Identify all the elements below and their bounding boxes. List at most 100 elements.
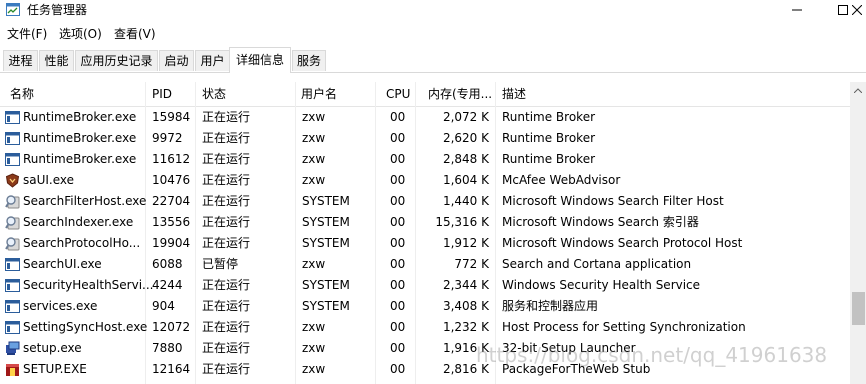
scroll-up-button[interactable] — [850, 84, 866, 96]
process-user: SYSTEM — [302, 299, 350, 313]
column-header: 名称 PID 状态 用户名 CPU 内存(专用... 描述 — [0, 82, 850, 107]
column-cpu[interactable]: CPU — [386, 87, 410, 101]
window-app-icon — [5, 320, 20, 335]
process-name: SecurityHealthServi... — [23, 278, 154, 292]
process-name: RuntimeBroker.exe — [23, 110, 137, 124]
process-description: Runtime Broker — [502, 110, 596, 124]
window-app-icon — [5, 131, 20, 146]
process-name: saUI.exe — [23, 173, 75, 187]
menu-bar: 文件(F) 选项(O) 查看(V) — [0, 22, 866, 44]
process-cpu: 00 — [390, 236, 406, 250]
search-indexer-icon — [5, 215, 20, 230]
process-pid: 12072 — [152, 320, 191, 334]
process-cpu: 00 — [390, 320, 406, 334]
window-app-icon — [5, 152, 20, 167]
process-pid: 13556 — [152, 215, 191, 229]
process-user: zxw — [302, 320, 326, 334]
process-pid: 10476 — [152, 173, 191, 187]
process-pid: 15984 — [152, 110, 191, 124]
tab-users[interactable]: 用户 — [195, 50, 230, 71]
process-row[interactable]: saUI.exe 10476 正在运行 zxw 00 1,604 K McAfee WebA… — [0, 170, 850, 191]
process-user: SYSTEM — [302, 236, 350, 250]
process-description: Windows Security Health Service — [502, 278, 701, 292]
process-memory: 2,848 K — [442, 152, 489, 166]
process-user: SYSTEM — [302, 278, 350, 292]
tab-app-history[interactable]: 应用历史记录 — [75, 50, 158, 71]
process-row[interactable]: RuntimeBroker.exe 9972 正在运行 zxw 00 2,620 K Run… — [0, 128, 850, 149]
menu-view[interactable]: 查看(V) — [114, 26, 156, 42]
menu-options[interactable]: 选项(O) — [59, 26, 102, 42]
process-user: zxw — [302, 152, 326, 166]
process-status: 正在运行 — [202, 341, 251, 355]
process-pid: 4244 — [152, 278, 183, 292]
process-cpu: 00 — [390, 173, 406, 187]
scrollbar-thumb[interactable] — [852, 292, 865, 325]
window-title: 任务管理器 — [27, 3, 88, 17]
tab-strip: 进程 性能 应用历史记录 启动 用户 详细信息 服务 — [0, 45, 866, 73]
process-user: zxw — [302, 131, 326, 145]
process-memory: 3,408 K — [442, 299, 489, 313]
column-name[interactable]: 名称 — [10, 87, 34, 101]
process-status: 正在运行 — [202, 194, 251, 208]
process-name: RuntimeBroker.exe — [23, 152, 137, 166]
process-cpu: 00 — [390, 215, 406, 229]
process-description: Microsoft Windows Search Protocol Host — [502, 236, 743, 250]
process-row[interactable]: SettingSyncHost.exe 12072 正在运行 zxw 00 1,232 K… — [0, 317, 850, 338]
search-indexer-icon — [5, 236, 20, 251]
process-pid: 904 — [152, 299, 175, 313]
tab-details[interactable]: 详细信息 — [229, 47, 291, 73]
menu-file[interactable]: 文件(F) — [7, 26, 47, 42]
process-row[interactable]: SearchProtocolHo... 19904 正在运行 SYSTEM 00 1,91… — [0, 233, 850, 254]
process-name: SearchFilterHost.exe — [23, 194, 147, 208]
process-user: SYSTEM — [302, 215, 350, 229]
process-cpu: 00 — [390, 152, 406, 166]
process-status: 正在运行 — [202, 299, 251, 313]
minimize-button[interactable] — [774, 0, 820, 20]
column-status[interactable]: 状态 — [202, 87, 226, 101]
close-button[interactable] — [848, 0, 866, 20]
process-pid: 22704 — [152, 194, 191, 208]
column-pid[interactable]: PID — [152, 87, 172, 101]
process-cpu: 00 — [390, 362, 406, 376]
chevron-up-icon — [854, 87, 862, 93]
process-cpu: 00 — [390, 131, 406, 145]
process-description: 服务和控制器应用 — [502, 299, 599, 313]
process-pid: 11612 — [152, 152, 191, 166]
process-description: Microsoft Windows Search Filter Host — [502, 194, 724, 208]
process-row[interactable]: SearchFilterHost.exe 22704 正在运行 SYSTEM 00 1,4… — [0, 191, 850, 212]
watermark: https://blog.csdn.net/qq_41961638 — [476, 343, 828, 367]
tab-startup[interactable]: 启动 — [159, 50, 194, 71]
tab-performance[interactable]: 性能 — [39, 50, 74, 71]
process-user: zxw — [302, 362, 326, 376]
setup-installer-icon — [5, 341, 20, 356]
process-pid: 6088 — [152, 257, 183, 271]
process-description: Runtime Broker — [502, 131, 596, 145]
process-row[interactable]: SearchUI.exe 6088 已暂停 zxw 00 772 K Search and … — [0, 254, 850, 275]
process-name: SettingSyncHost.exe — [23, 320, 148, 334]
vertical-scrollbar[interactable] — [850, 82, 866, 384]
process-name: SearchIndexer.exe — [23, 215, 134, 229]
column-memory[interactable]: 内存(专用... — [428, 87, 492, 101]
tab-services[interactable]: 服务 — [292, 50, 326, 71]
maximize-icon — [838, 5, 848, 15]
process-row[interactable]: SearchIndexer.exe 13556 正在运行 SYSTEM 00 15,316… — [0, 212, 850, 233]
tab-processes[interactable]: 进程 — [3, 50, 38, 71]
process-row[interactable]: RuntimeBroker.exe 11612 正在运行 zxw 00 2,848 K Ru… — [0, 149, 850, 170]
process-status: 正在运行 — [202, 320, 251, 334]
process-memory: 772 K — [454, 257, 489, 271]
process-name: RuntimeBroker.exe — [23, 131, 137, 145]
process-status: 正在运行 — [202, 236, 251, 250]
process-cpu: 00 — [390, 278, 406, 292]
process-status: 正在运行 — [202, 278, 251, 292]
process-row[interactable]: RuntimeBroker.exe 15984 正在运行 zxw 00 2,072 K Ru… — [0, 107, 850, 128]
process-status: 正在运行 — [202, 110, 251, 124]
process-row[interactable]: SecurityHealthServi... 4244 正在运行 SYSTEM 00 2,… — [0, 275, 850, 296]
process-cpu: 00 — [390, 257, 406, 271]
process-name: SearchUI.exe — [23, 257, 102, 271]
process-name: setup.exe — [23, 341, 82, 355]
process-memory: 1,912 K — [442, 236, 489, 250]
column-description[interactable]: 描述 — [502, 87, 526, 101]
process-row[interactable]: services.exe 904 正在运行 SYSTEM 00 3,408 K 服务和控制器… — [0, 296, 850, 317]
column-user[interactable]: 用户名 — [301, 87, 337, 101]
process-status: 已暂停 — [202, 257, 239, 271]
